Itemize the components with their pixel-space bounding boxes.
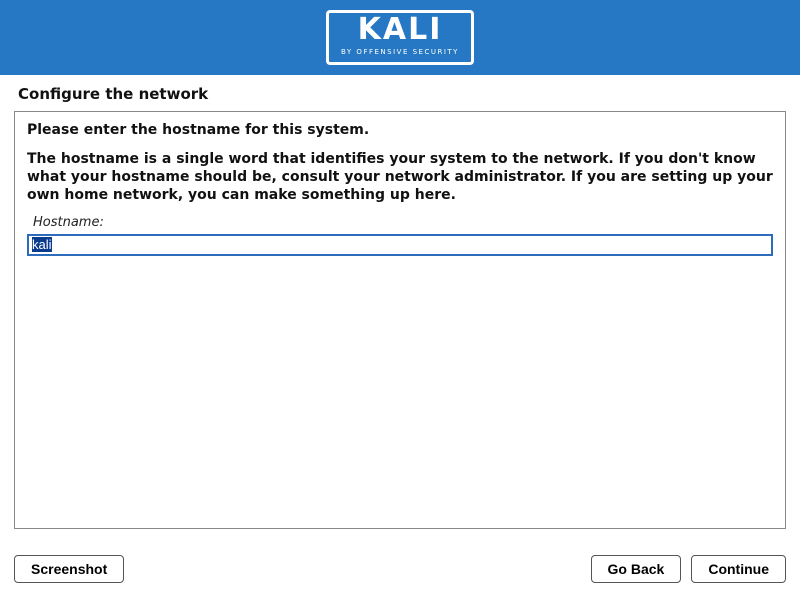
hostname-label: Hostname: — [27, 215, 773, 230]
page-title: Configure the network — [0, 75, 800, 111]
hostname-input[interactable] — [27, 234, 773, 256]
content-panel: Please enter the hostname for this syste… — [14, 111, 786, 529]
continue-button[interactable]: Continue — [691, 555, 786, 583]
brand-logo: KALI BY OFFENSIVE SECURITY — [326, 10, 474, 65]
screenshot-button[interactable]: Screenshot — [14, 555, 124, 583]
footer-bar: Screenshot Go Back Continue — [0, 552, 800, 600]
header-banner: KALI BY OFFENSIVE SECURITY — [0, 0, 800, 75]
hostname-prompt: Please enter the hostname for this syste… — [27, 122, 773, 138]
brand-tagline: BY OFFENSIVE SECURITY — [341, 48, 459, 56]
hostname-description: The hostname is a single word that ident… — [27, 150, 773, 205]
brand-name: KALI — [358, 15, 443, 45]
go-back-button[interactable]: Go Back — [591, 555, 682, 583]
